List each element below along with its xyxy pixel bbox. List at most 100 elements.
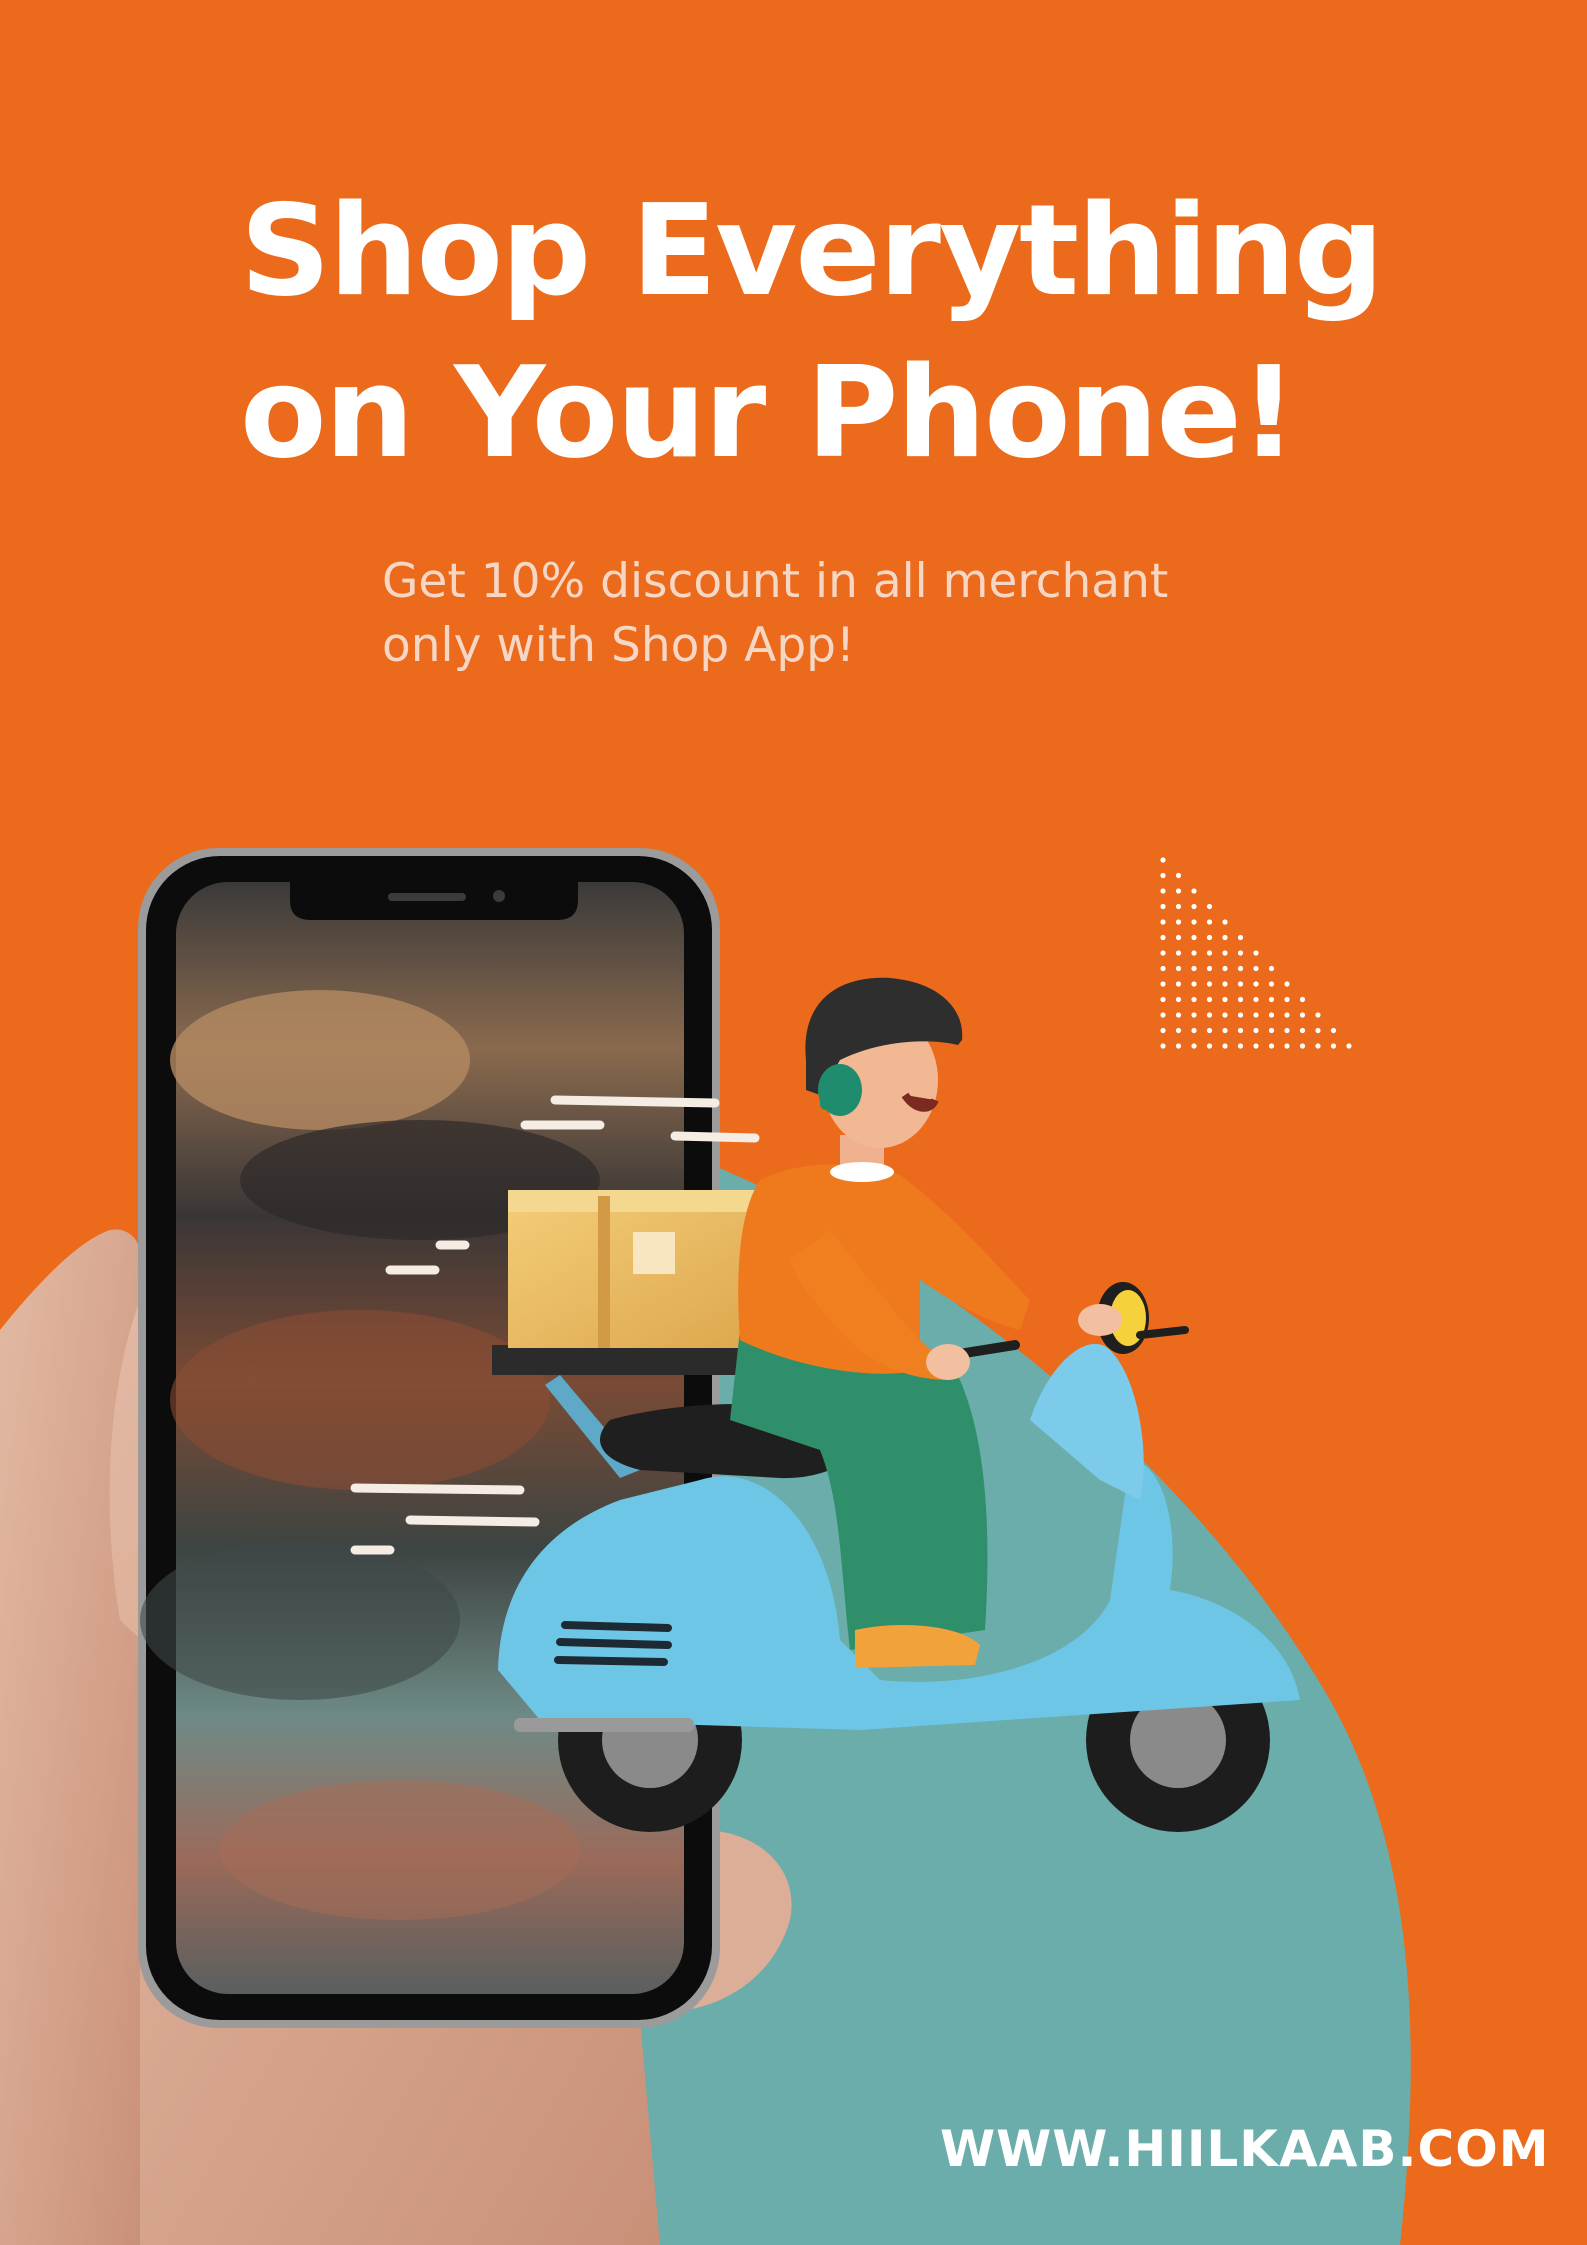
pattern-dot bbox=[1284, 1027, 1290, 1034]
pattern-dot bbox=[1160, 981, 1166, 987]
pattern-dot bbox=[1160, 965, 1166, 972]
pattern-dot bbox=[1206, 981, 1213, 987]
pattern-dot bbox=[1222, 965, 1228, 972]
pattern-dot bbox=[1284, 1012, 1290, 1018]
pattern-dot bbox=[1191, 1027, 1197, 1034]
pattern-dot bbox=[1237, 965, 1244, 972]
pattern-dot bbox=[1284, 1043, 1290, 1049]
pattern-dot bbox=[1237, 950, 1244, 956]
pattern-dot bbox=[1175, 981, 1182, 987]
pattern-dot bbox=[1237, 1027, 1244, 1034]
pattern-dot bbox=[1160, 857, 1166, 863]
pattern-dot bbox=[1346, 1043, 1352, 1049]
pattern-dot bbox=[1284, 981, 1290, 987]
pattern-dot bbox=[1237, 981, 1244, 987]
pattern-dot bbox=[1268, 1012, 1275, 1018]
pattern-dot bbox=[1191, 996, 1197, 1003]
pattern-dot bbox=[1206, 996, 1213, 1003]
pattern-dot bbox=[1284, 996, 1290, 1003]
pattern-dot bbox=[1175, 1012, 1182, 1018]
pattern-dot bbox=[1206, 965, 1213, 972]
pattern-dot bbox=[1175, 903, 1182, 910]
pattern-dot bbox=[1268, 965, 1275, 972]
pattern-dot bbox=[1222, 1043, 1228, 1049]
pattern-dot bbox=[1268, 1027, 1275, 1034]
pattern-dot bbox=[1206, 934, 1213, 941]
pattern-dot bbox=[1253, 965, 1259, 972]
pattern-dot bbox=[1315, 1043, 1321, 1049]
pattern-dot bbox=[1315, 1027, 1321, 1034]
promo-subtext-line-2: only with Shop App! bbox=[382, 618, 855, 673]
pattern-dot bbox=[1237, 1043, 1244, 1049]
pattern-dot bbox=[1160, 919, 1166, 925]
pattern-dot bbox=[1222, 1027, 1228, 1034]
pattern-dot bbox=[1253, 1012, 1259, 1018]
pattern-dot bbox=[1253, 996, 1259, 1003]
pattern-dot bbox=[1206, 919, 1213, 925]
pattern-dot bbox=[1268, 1043, 1275, 1049]
pattern-dot bbox=[1191, 888, 1197, 894]
pattern-dot bbox=[1299, 1043, 1306, 1049]
pattern-dot bbox=[1160, 934, 1166, 941]
pattern-dot bbox=[1175, 1043, 1182, 1049]
pattern-dot bbox=[1222, 1012, 1228, 1018]
pattern-dot bbox=[1330, 1027, 1337, 1034]
pattern-dot bbox=[1191, 981, 1197, 987]
pattern-dot bbox=[1206, 1012, 1213, 1018]
pattern-dot bbox=[1175, 996, 1182, 1003]
pattern-dot bbox=[1253, 1027, 1259, 1034]
pattern-dot bbox=[1160, 872, 1166, 879]
pattern-dot bbox=[1175, 1027, 1182, 1034]
poster: Shop Everything on Your Phone! Get 10% d… bbox=[0, 0, 1587, 2245]
headline-line-1: Shop Everything bbox=[240, 177, 1384, 324]
pattern-dot bbox=[1222, 950, 1228, 956]
pattern-dot bbox=[1222, 919, 1228, 925]
pattern-dot bbox=[1268, 981, 1275, 987]
pattern-dot bbox=[1175, 965, 1182, 972]
pattern-dot bbox=[1175, 919, 1182, 925]
pattern-dot bbox=[1206, 1043, 1213, 1049]
pattern-dot bbox=[1160, 996, 1166, 1003]
promo-subtext-line-1: Get 10% discount in all merchant bbox=[382, 554, 1169, 609]
pattern-dot bbox=[1175, 934, 1182, 941]
pattern-dot bbox=[1330, 1043, 1337, 1049]
pattern-dot bbox=[1191, 1012, 1197, 1018]
pattern-dot bbox=[1191, 919, 1197, 925]
pattern-dot bbox=[1222, 996, 1228, 1003]
website-url[interactable]: WWW.HIILKAAB.COM bbox=[940, 2120, 1549, 2178]
pattern-dot bbox=[1175, 950, 1182, 956]
pattern-dot bbox=[1160, 903, 1166, 910]
pattern-dot bbox=[1160, 950, 1166, 956]
pattern-dot bbox=[1160, 888, 1166, 894]
dot-triangle-pattern bbox=[1160, 857, 1352, 1049]
pattern-dot bbox=[1299, 996, 1306, 1003]
pattern-dot bbox=[1253, 1043, 1259, 1049]
pattern-dot bbox=[1191, 1043, 1197, 1049]
pattern-dot bbox=[1191, 965, 1197, 972]
pattern-dot bbox=[1237, 996, 1244, 1003]
pattern-dot bbox=[1222, 981, 1228, 987]
promo-subtext: Get 10% discount in all merchant only wi… bbox=[382, 550, 1282, 678]
headline: Shop Everything on Your Phone! bbox=[240, 170, 1440, 494]
pattern-dot bbox=[1160, 1043, 1166, 1049]
pattern-dot bbox=[1191, 903, 1197, 910]
pattern-dot bbox=[1315, 1012, 1321, 1018]
pattern-dot bbox=[1206, 903, 1213, 910]
pattern-dot bbox=[1175, 872, 1182, 879]
pattern-dot bbox=[1175, 888, 1182, 894]
pattern-dot bbox=[1237, 934, 1244, 941]
pattern-dot bbox=[1253, 981, 1259, 987]
pattern-dot bbox=[1191, 950, 1197, 956]
pattern-dot bbox=[1253, 950, 1259, 956]
pattern-dot bbox=[1237, 1012, 1244, 1018]
pattern-dot bbox=[1222, 934, 1228, 941]
pattern-dot bbox=[1206, 1027, 1213, 1034]
pattern-dot bbox=[1268, 996, 1275, 1003]
pattern-dot bbox=[1299, 1027, 1306, 1034]
pattern-dot bbox=[1206, 950, 1213, 956]
pattern-dot bbox=[1160, 1012, 1166, 1018]
pattern-dot bbox=[1191, 934, 1197, 941]
pattern-dot bbox=[1160, 1027, 1166, 1034]
headline-line-2: on Your Phone! bbox=[240, 339, 1297, 486]
pattern-dot bbox=[1299, 1012, 1306, 1018]
